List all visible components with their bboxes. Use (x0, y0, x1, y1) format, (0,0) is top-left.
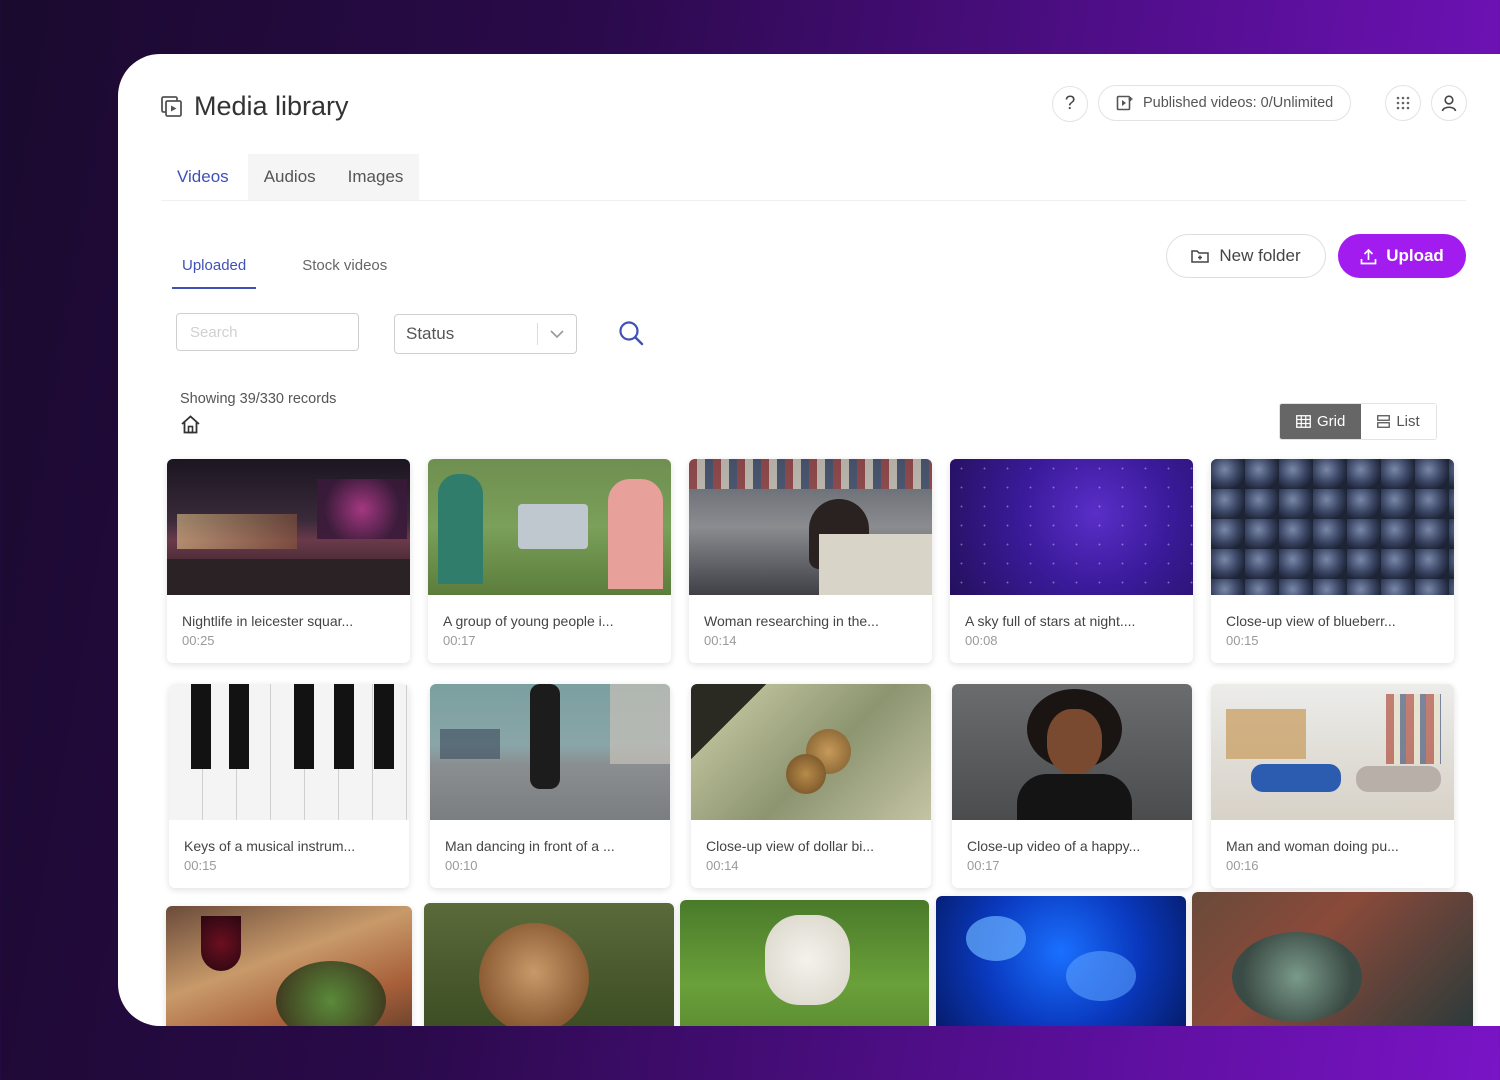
home-icon[interactable] (180, 414, 201, 435)
subtab-uploaded[interactable]: Uploaded (172, 244, 257, 289)
thumbnail-dollar-bills (691, 684, 931, 820)
user-account-button[interactable] (1431, 85, 1467, 121)
subtab-stock-videos[interactable]: Stock videos (292, 244, 397, 287)
thumbnail-workout (1211, 684, 1454, 820)
media-library-panel: Media library ? Published videos: 0/Unli… (118, 54, 1500, 1026)
search-input[interactable] (176, 313, 359, 351)
thumbnail-food[interactable] (166, 906, 412, 1026)
video-title: Man dancing in front of a ... (445, 838, 615, 854)
video-duration: 00:16 (1226, 858, 1259, 873)
video-title: Close-up view of dollar bi... (706, 838, 875, 854)
list-view-button[interactable]: List (1361, 404, 1436, 439)
status-select-label: Status (406, 324, 455, 343)
new-folder-button[interactable]: New folder (1166, 234, 1326, 278)
apps-grid-button[interactable] (1385, 85, 1421, 121)
video-duration: 00:08 (965, 633, 998, 648)
video-title: Close-up video of a happy... (967, 838, 1141, 854)
help-icon: ? (1064, 93, 1076, 114)
new-folder-icon (1191, 250, 1210, 263)
tab-images[interactable]: Images (331, 154, 420, 200)
thumbnail-turtle[interactable] (1192, 892, 1473, 1026)
upload-button[interactable]: Upload (1338, 234, 1466, 278)
grid-icon (1296, 415, 1311, 428)
tab-videos[interactable]: Videos (161, 154, 248, 200)
video-duration: 00:14 (704, 633, 737, 648)
video-title: Close-up view of blueberr... (1226, 613, 1396, 629)
thumbnail-library (689, 459, 932, 595)
video-title: A sky full of stars at night.... (965, 613, 1136, 629)
video-title: Woman researching in the... (704, 613, 879, 629)
video-duration: 00:15 (1226, 633, 1259, 648)
video-card[interactable]: Woman researching in the... 00:14 (689, 459, 932, 663)
thumbnail-city-night (167, 459, 410, 595)
video-duration: 00:10 (445, 858, 478, 873)
video-duration: 00:17 (443, 633, 476, 648)
video-source-tabs: Uploaded Stock videos (172, 244, 397, 289)
thumbnail-piano-keys (169, 684, 409, 820)
video-title: Keys of a musical instrum... (184, 838, 356, 854)
view-toggle: Grid List (1279, 403, 1437, 440)
help-button[interactable]: ? (1052, 86, 1088, 122)
tab-audios[interactable]: Audios (247, 154, 332, 200)
thumbnail-jellyfish[interactable] (936, 896, 1186, 1026)
video-duration: 00:14 (706, 858, 739, 873)
upload-icon (1360, 248, 1377, 264)
status-select[interactable]: Status (394, 314, 577, 354)
thumbnail-woman-portrait (952, 684, 1192, 820)
thumbnail-dog[interactable] (680, 900, 929, 1026)
page-title: Media library (194, 91, 349, 121)
tabs-divider (161, 200, 1466, 201)
thumbnail-blueberries (1211, 459, 1454, 595)
records-count: Showing 39/330 records (180, 391, 337, 407)
video-duration: 00:15 (184, 858, 217, 873)
chevron-down-icon (538, 330, 576, 338)
video-title: Nightlife in leicester squar... (182, 613, 354, 629)
upload-label: Upload (1386, 246, 1444, 265)
media-type-tabs: Videos Audios Images (161, 154, 420, 200)
thumbnail-dancer (430, 684, 670, 820)
video-card[interactable]: A sky full of stars at night.... 00:08 (950, 459, 1193, 663)
video-duration: 00:25 (182, 633, 215, 648)
list-icon (1377, 415, 1391, 428)
video-title: A group of young people i... (443, 613, 614, 629)
video-card[interactable]: Close-up view of blueberr... 00:15 (1211, 459, 1454, 663)
published-videos-label: Published videos: 0/Unlimited (1143, 95, 1334, 111)
search-icon[interactable] (618, 320, 644, 346)
new-folder-label: New folder (1219, 246, 1301, 265)
thumbnail-people-park (428, 459, 671, 595)
publish-video-icon (1116, 95, 1133, 110)
grid-view-button[interactable]: Grid (1280, 404, 1362, 439)
thumbnail-stars (950, 459, 1193, 595)
video-card[interactable]: Close-up view of dollar bi... 00:14 (691, 684, 931, 888)
thumbnail-monkey[interactable] (424, 903, 674, 1026)
video-card[interactable]: Man and woman doing pu... 00:16 (1211, 684, 1454, 888)
published-videos-badge[interactable]: Published videos: 0/Unlimited (1098, 85, 1352, 121)
video-card[interactable]: Close-up video of a happy... 00:17 (952, 684, 1192, 888)
video-title: Man and woman doing pu... (1226, 838, 1399, 854)
video-card[interactable]: Keys of a musical instrum... 00:15 (169, 684, 409, 888)
media-library-icon (161, 96, 182, 117)
grid-view-label: Grid (1317, 413, 1346, 430)
list-view-label: List (1396, 413, 1420, 430)
video-card[interactable]: Nightlife in leicester squar... 00:25 (167, 459, 410, 663)
video-card[interactable]: A group of young people i... 00:17 (428, 459, 671, 663)
user-icon (1441, 95, 1457, 112)
apps-grid-icon (1396, 96, 1410, 110)
video-duration: 00:17 (967, 858, 1000, 873)
video-card[interactable]: Man dancing in front of a ... 00:10 (430, 684, 670, 888)
